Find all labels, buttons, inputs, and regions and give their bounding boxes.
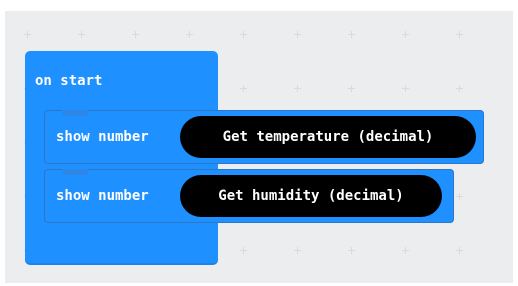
grid-cross <box>294 85 301 92</box>
on-start-label: on start <box>35 73 103 89</box>
grid-cross <box>348 247 355 254</box>
grid-cross <box>294 31 301 38</box>
get-humidity-reporter[interactable]: Get humidity (decimal) <box>180 175 442 217</box>
grid-cross <box>402 247 409 254</box>
grid-cross <box>186 31 193 38</box>
grid-cross <box>348 31 355 38</box>
show-number-label: show number <box>56 129 149 145</box>
grid-cross <box>78 31 85 38</box>
show-number-label: show number <box>56 188 149 204</box>
grid-cross <box>348 85 355 92</box>
grid-cross <box>456 85 463 92</box>
grid-cross <box>456 193 463 200</box>
grid-cross <box>456 247 463 254</box>
grid-cross <box>456 31 463 38</box>
grid-cross <box>240 31 247 38</box>
get-temperature-reporter[interactable]: Get temperature (decimal) <box>180 116 476 158</box>
grid-cross <box>240 85 247 92</box>
grid-cross <box>132 31 139 38</box>
grid-cross <box>402 31 409 38</box>
grid-cross <box>294 247 301 254</box>
grid-cross <box>240 247 247 254</box>
grid-cross <box>24 31 31 38</box>
grid-cross <box>402 85 409 92</box>
